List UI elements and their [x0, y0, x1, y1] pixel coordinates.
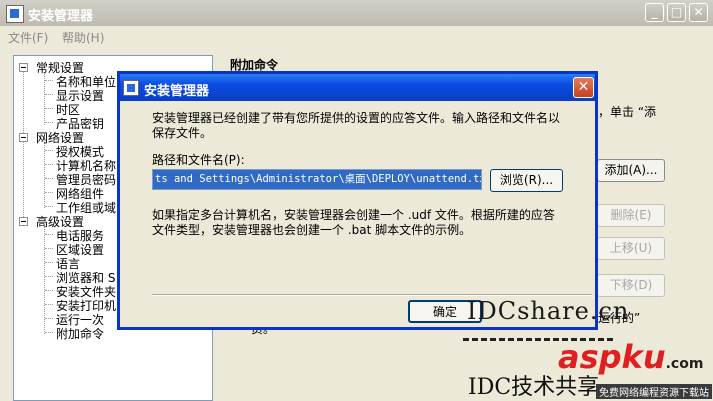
dialog-message-line1: 安装管理器已经创建了带有您所提供的设置的应答文件。输入路径和文件名以	[152, 111, 561, 125]
main-titlebar: 安装管理器 _ □ ✕	[0, 0, 713, 26]
browse-button[interactable]: 浏览(R)...	[490, 169, 563, 192]
app-icon	[6, 5, 24, 23]
collapse-icon[interactable]	[19, 63, 28, 72]
menubar: 文件(F) 帮助(H)	[0, 26, 713, 46]
path-input[interactable]: ts and Settings\Administrator\桌面\DEPLOY\…	[152, 169, 482, 190]
move-up-button[interactable]: 上移(U)	[597, 237, 665, 260]
main-window-title: 安装管理器	[28, 9, 94, 24]
dialog-title: 安装管理器	[144, 84, 210, 99]
menu-file[interactable]: 文件(F)	[8, 29, 48, 46]
app-icon	[123, 80, 139, 96]
save-answer-file-dialog: 安装管理器 ✕ 安装管理器已经创建了带有您所提供的设置的应答文件。输入路径和文件…	[117, 71, 598, 330]
tree-item-additional-commands[interactable]: 附加命令	[56, 325, 104, 342]
watermark-text: IDC技术共享	[468, 375, 600, 400]
dialog-close-button[interactable]: ✕	[573, 77, 594, 98]
close-button[interactable]: ✕	[689, 3, 708, 22]
minimize-button[interactable]: _	[645, 3, 664, 22]
close-icon: ✕	[693, 5, 704, 19]
menu-help[interactable]: 帮助(H)	[62, 29, 104, 46]
delete-button[interactable]: 删除(E)	[597, 204, 665, 227]
watermark-text: IDCshare.cn	[467, 297, 630, 325]
watermark-caption: 免费网络编程资源下载站	[596, 384, 712, 399]
path-label: 路径和文件名(P):	[152, 153, 245, 167]
maximize-button[interactable]: □	[667, 3, 686, 22]
dialog-titlebar: 安装管理器 ✕	[120, 74, 595, 101]
maximize-icon: □	[670, 5, 683, 19]
collapse-icon[interactable]	[19, 217, 28, 226]
dialog-info-line1: 如果指定多台计算机名，安装管理器会创建一个 .udf 文件。根据所建的应答	[152, 208, 555, 222]
close-icon: ✕	[577, 79, 590, 95]
instruction-text: ，单击 “添	[598, 105, 657, 119]
minimize-icon: _	[651, 5, 658, 19]
separator	[152, 294, 592, 296]
move-down-button[interactable]: 下移(D)	[597, 274, 665, 297]
add-button[interactable]: 添加(A)...	[597, 159, 665, 182]
dialog-info-line2: 文件类型，安装管理器也会创建一个 .bat 脚本文件的示例。	[152, 223, 472, 237]
watermark-brand-suffix: .com	[665, 356, 704, 372]
collapse-icon[interactable]	[19, 133, 28, 142]
dialog-message-line2: 保存文件。	[152, 126, 213, 140]
